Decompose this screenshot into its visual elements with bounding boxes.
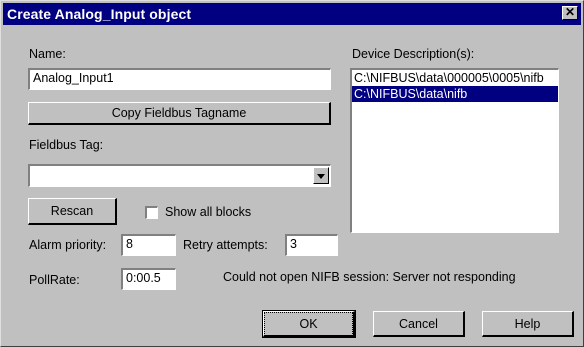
poll-rate-input[interactable]: 0:00.5 (121, 268, 176, 290)
name-label: Name: (29, 47, 66, 61)
close-icon[interactable]: ✕ (562, 6, 578, 20)
dialog-window: Create Analog_Input object ✕ Name: Analo… (0, 0, 584, 347)
help-button[interactable]: Help (482, 311, 574, 337)
rescan-button[interactable]: Rescan (28, 198, 117, 225)
copy-fieldbus-tagname-button[interactable]: Copy Fieldbus Tagname (28, 102, 331, 125)
status-message: Could not open NIFB session: Server not … (223, 270, 516, 284)
copy-fieldbus-tagname-label: Copy Fieldbus Tagname (111, 106, 247, 120)
rescan-label: Rescan (50, 204, 94, 218)
fieldbus-tag-label: Fieldbus Tag: (29, 138, 104, 152)
ok-button[interactable]: OK (262, 310, 356, 338)
cancel-button[interactable]: Cancel (373, 311, 465, 337)
retry-attempts-label: Retry attempts: (183, 238, 268, 252)
name-input[interactable]: Analog_Input1 (28, 68, 331, 90)
device-descriptions-label: Device Description(s): (352, 47, 475, 61)
device-descriptions-list[interactable]: C:\NIFBUS\data\000005\0005\nifb C:\NIFBUS… (350, 68, 559, 233)
show-all-blocks-checkbox[interactable] (145, 206, 158, 219)
ok-label: OK (264, 312, 353, 336)
poll-rate-label: PollRate: (29, 273, 80, 287)
retry-attempts-input[interactable]: 3 (285, 234, 338, 256)
help-label: Help (514, 317, 541, 331)
list-item[interactable]: C:\NIFBUS\data\nifb (352, 86, 558, 102)
fieldbus-tag-combo[interactable] (28, 164, 331, 187)
cancel-label: Cancel (399, 317, 438, 331)
show-all-blocks-label: Show all blocks (165, 205, 252, 219)
alarm-priority-input[interactable]: 8 (121, 234, 176, 256)
title-bar[interactable]: Create Analog_Input object ✕ (3, 3, 581, 25)
list-item[interactable]: C:\NIFBUS\data\000005\0005\nifb (352, 70, 558, 86)
alarm-priority-label: Alarm priority: (29, 238, 107, 252)
chevron-down-icon[interactable] (313, 167, 329, 184)
window-title: Create Analog_Input object (7, 6, 192, 22)
